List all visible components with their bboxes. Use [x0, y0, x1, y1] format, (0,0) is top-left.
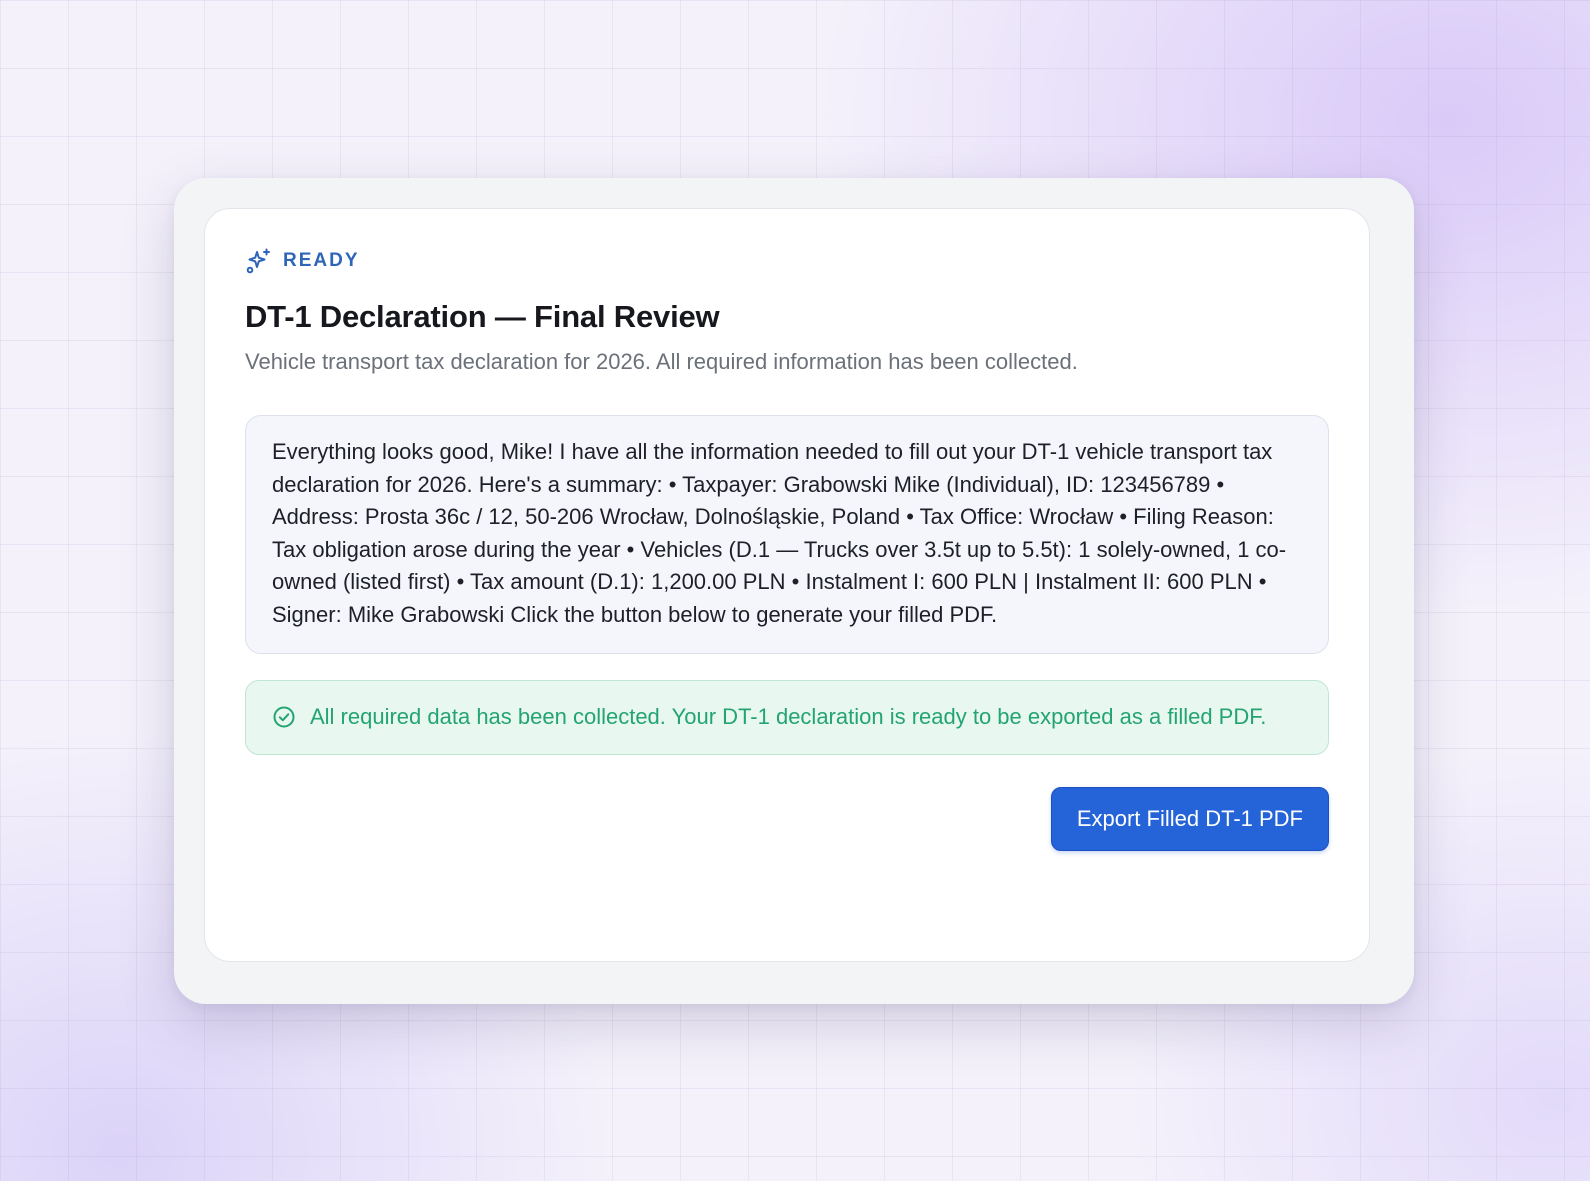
- status-row: READY: [245, 245, 1329, 277]
- page-subtitle: Vehicle transport tax declaration for 20…: [245, 349, 1078, 374]
- export-pdf-button[interactable]: Export Filled DT-1 PDF: [1050, 786, 1329, 851]
- sparkles-icon: [245, 247, 273, 275]
- summary-message: Everything looks good, Mike! I have all …: [245, 415, 1329, 654]
- success-message: All required data has been collected. Yo…: [310, 704, 1267, 729]
- check-circle-icon: [272, 705, 296, 729]
- success-alert: All required data has been collected. Yo…: [245, 680, 1329, 755]
- summary-text: Everything looks good, Mike! I have all …: [272, 439, 1287, 627]
- page-title: DT-1 Declaration — Final Review: [245, 299, 720, 334]
- action-bar: Export Filled DT-1 PDF: [245, 786, 1329, 851]
- dialog-frame: READY DT-1 Declaration — Final Review Ve…: [174, 178, 1414, 1004]
- status-label: READY: [283, 250, 360, 271]
- review-card: READY DT-1 Declaration — Final Review Ve…: [204, 208, 1370, 962]
